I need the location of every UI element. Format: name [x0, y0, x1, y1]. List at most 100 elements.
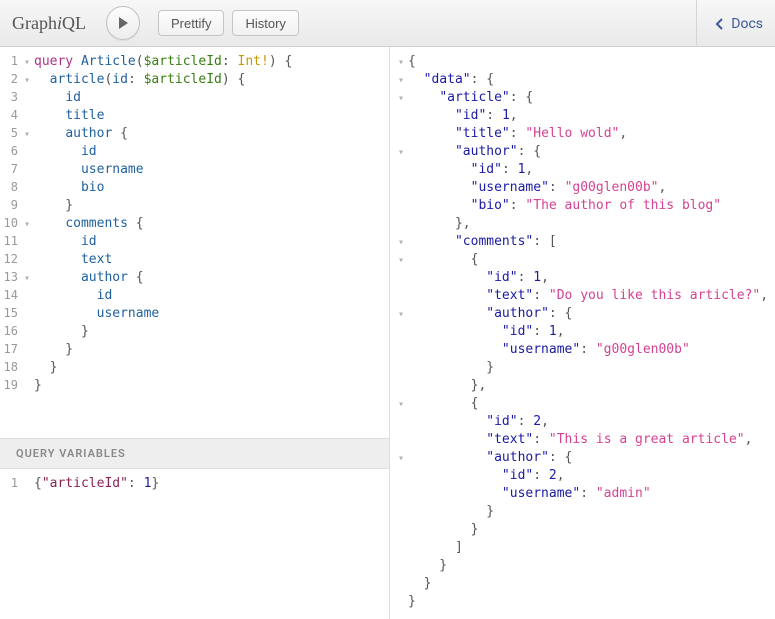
query-line[interactable]: 18 } — [0, 359, 389, 377]
query-line[interactable]: 6 id — [0, 143, 389, 161]
fold-icon — [24, 144, 34, 161]
query-line[interactable]: 14 id — [0, 287, 389, 305]
result-line: "id": 1, — [398, 269, 775, 287]
query-line[interactable]: 8 bio — [0, 179, 389, 197]
fold-icon — [24, 180, 34, 197]
result-line: } — [398, 521, 775, 539]
logo-suffix: QL — [62, 13, 86, 33]
fold-icon[interactable]: ▾ — [398, 252, 408, 269]
fold-icon[interactable]: ▾ — [398, 144, 408, 161]
result-line: ▾ { — [398, 395, 775, 413]
line-number: 6 — [0, 143, 24, 160]
fold-icon — [398, 540, 408, 557]
result-line: } — [398, 359, 775, 377]
query-line[interactable]: 16 } — [0, 323, 389, 341]
result-line: } — [398, 503, 775, 521]
result-line: ▾ "comments": [ — [398, 233, 775, 251]
line-number: 13 — [0, 269, 24, 286]
fold-icon — [398, 468, 408, 485]
query-line[interactable]: 4 title — [0, 107, 389, 125]
result-line: "text": "Do you like this article?", — [398, 287, 775, 305]
logo: GraphiQL — [12, 13, 86, 34]
query-line[interactable]: 11 id — [0, 233, 389, 251]
result-line: ▾ { — [398, 251, 775, 269]
result-line: ▾ "data": { — [398, 71, 775, 89]
line-number: 2 — [0, 71, 24, 88]
fold-icon[interactable]: ▾ — [398, 90, 408, 107]
fold-icon — [398, 198, 408, 215]
fold-icon — [398, 108, 408, 125]
fold-icon — [398, 432, 408, 449]
fold-icon — [24, 108, 34, 125]
result-line: "username": "g00glen00b" — [398, 341, 775, 359]
query-line[interactable]: 13▾ author { — [0, 269, 389, 287]
fold-icon — [398, 162, 408, 179]
fold-icon — [24, 252, 34, 269]
query-line[interactable]: 12 text — [0, 251, 389, 269]
fold-icon — [398, 486, 408, 503]
vars-line[interactable]: 1 {"articleId": 1} — [0, 475, 389, 493]
query-line[interactable]: 1▾query Article($articleId: Int!) { — [0, 53, 389, 71]
line-number: 14 — [0, 287, 24, 304]
fold-icon — [398, 216, 408, 233]
fold-icon[interactable]: ▾ — [398, 72, 408, 89]
fold-icon[interactable]: ▾ — [24, 126, 34, 143]
result-line: ▾ "author": { — [398, 143, 775, 161]
execute-button[interactable] — [106, 6, 140, 40]
result-line: }, — [398, 377, 775, 395]
result-line: "id": 1, — [398, 161, 775, 179]
fold-icon — [398, 180, 408, 197]
fold-icon[interactable]: ▾ — [398, 54, 408, 71]
query-line[interactable]: 15 username — [0, 305, 389, 323]
fold-icon — [398, 576, 408, 593]
fold-icon — [24, 378, 34, 395]
pane-resize-handle[interactable] — [390, 47, 396, 619]
query-line[interactable]: 3 id — [0, 89, 389, 107]
fold-icon[interactable]: ▾ — [398, 306, 408, 323]
fold-icon — [398, 324, 408, 341]
result-line: ▾{ — [398, 53, 775, 71]
line-number: 15 — [0, 305, 24, 322]
line-number: 10 — [0, 215, 24, 232]
fold-icon — [398, 558, 408, 575]
fold-icon[interactable]: ▾ — [398, 396, 408, 413]
fold-icon[interactable]: ▾ — [398, 234, 408, 251]
fold-icon[interactable]: ▾ — [398, 450, 408, 467]
fold-icon — [398, 342, 408, 359]
query-editor[interactable]: 1▾query Article($articleId: Int!) {2▾ ar… — [0, 47, 389, 438]
history-button[interactable]: History — [232, 10, 298, 36]
prettify-button[interactable]: Prettify — [158, 10, 224, 36]
query-line[interactable]: 9 } — [0, 197, 389, 215]
result-line: ] — [398, 539, 775, 557]
query-variables-header[interactable]: QUERY VARIABLES — [0, 438, 389, 469]
line-number: 11 — [0, 233, 24, 250]
fold-icon[interactable]: ▾ — [24, 54, 34, 71]
query-line[interactable]: 2▾ article(id: $articleId) { — [0, 71, 389, 89]
fold-icon[interactable]: ▾ — [24, 270, 34, 287]
result-pane[interactable]: ▾{▾ "data": {▾ "article": { "id": 1, "ti… — [390, 47, 775, 619]
query-line[interactable]: 17 } — [0, 341, 389, 359]
query-line[interactable]: 7 username — [0, 161, 389, 179]
query-line[interactable]: 19 } — [0, 377, 389, 395]
fold-icon[interactable]: ▾ — [24, 216, 34, 233]
result-line: "username": "g00glen00b", — [398, 179, 775, 197]
line-number: 9 — [0, 197, 24, 214]
fold-icon[interactable]: ▾ — [24, 72, 34, 89]
result-line: "id": 2, — [398, 467, 775, 485]
result-line: } — [398, 575, 775, 593]
result-line: } — [398, 593, 775, 611]
variables-editor[interactable]: 1 {"articleId": 1} — [0, 469, 389, 619]
result-line: "id": 2, — [398, 413, 775, 431]
docs-button[interactable]: Docs — [696, 0, 763, 47]
query-line[interactable]: 10▾ comments { — [0, 215, 389, 233]
line-number: 1 — [0, 53, 24, 70]
fold-icon — [24, 162, 34, 179]
line-number: 7 — [0, 161, 24, 178]
play-icon — [116, 16, 130, 30]
docs-label: Docs — [731, 16, 763, 32]
line-number: 17 — [0, 341, 24, 358]
result-line: "id": 1, — [398, 107, 775, 125]
line-number: 1 — [0, 475, 24, 492]
fold-icon — [24, 234, 34, 251]
query-line[interactable]: 5▾ author { — [0, 125, 389, 143]
